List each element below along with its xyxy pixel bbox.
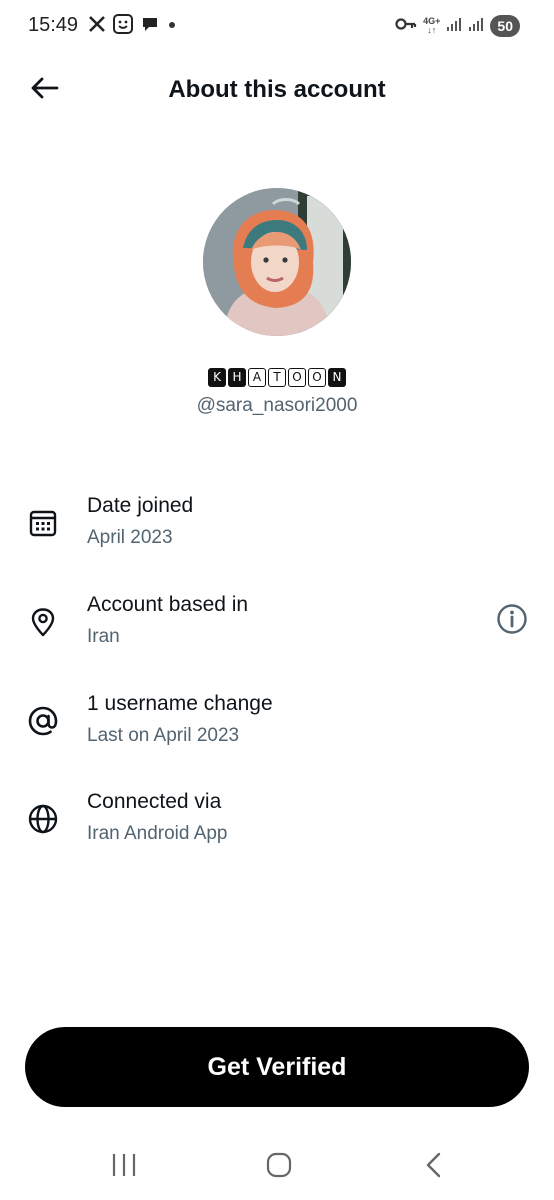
dot-icon — [166, 17, 178, 35]
calendar-icon — [26, 506, 60, 540]
vpn-key-icon — [395, 16, 417, 37]
info-row-subtitle: Iran — [87, 626, 120, 647]
display-name-letter: O — [288, 368, 306, 387]
home-icon[interactable] — [259, 1147, 299, 1183]
display-name-letter: O — [308, 368, 326, 387]
header: About this account — [0, 62, 554, 118]
display-name-letter: H — [228, 368, 246, 387]
info-row-title: Connected via — [87, 790, 222, 813]
info-row-title: Account based in — [87, 593, 249, 616]
info-row-date-joined: Date joined April 2023 — [0, 494, 554, 564]
avatar-image — [203, 188, 351, 336]
at-sign-icon — [26, 704, 60, 738]
avatar[interactable] — [203, 188, 351, 336]
get-verified-button[interactable]: Get Verified — [25, 1027, 529, 1107]
page-title: About this account — [168, 76, 386, 103]
battery-icon: 50 — [490, 15, 520, 37]
location-pin-icon — [26, 605, 60, 639]
display-name-letter: N — [328, 368, 346, 387]
navigation-bar — [0, 1135, 554, 1195]
signal-icon — [446, 16, 462, 37]
display-name-letter: A — [248, 368, 266, 387]
display-name: K H A T O O N — [0, 368, 554, 387]
info-row-subtitle: Last on April 2023 — [87, 725, 240, 746]
status-bar: 15:49 4G+ ↓↑ 50 — [0, 0, 554, 52]
smiley-notification-icon — [112, 13, 134, 40]
username: @sara_nasori2000 — [196, 395, 358, 416]
info-row-subtitle: Iran Android App — [87, 823, 228, 844]
back-icon[interactable] — [414, 1147, 454, 1183]
signal-icon — [468, 16, 484, 37]
recent-apps-icon[interactable] — [104, 1147, 144, 1183]
network-type-icon: 4G+ ↓↑ — [423, 16, 441, 35]
info-row-title: Date joined — [87, 494, 194, 517]
x-logo-icon — [88, 15, 106, 38]
info-row-account-based-in: Account based in Iran — [0, 593, 554, 663]
info-button[interactable] — [494, 603, 530, 639]
info-row-title: 1 username change — [87, 692, 273, 715]
display-name-letter: K — [208, 368, 226, 387]
status-time: 15:49 — [28, 14, 79, 36]
info-icon — [496, 603, 528, 640]
globe-icon — [26, 802, 60, 836]
info-row-connected-via: Connected via Iran Android App — [0, 790, 554, 860]
info-row-username-change: 1 username change Last on April 2023 — [0, 692, 554, 762]
info-row-subtitle: April 2023 — [87, 527, 173, 548]
chat-bubble-icon — [140, 14, 160, 39]
network-type-label: 4G+ — [423, 16, 441, 26]
display-name-letter: T — [268, 368, 286, 387]
